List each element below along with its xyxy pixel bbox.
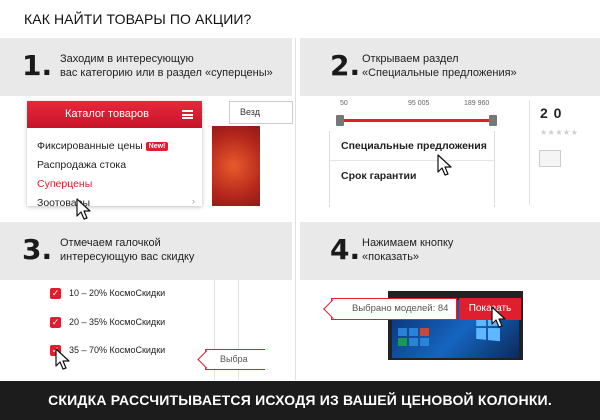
step-4-line-1: Нажимаем кнопку xyxy=(362,237,454,249)
price-slider-track[interactable] xyxy=(340,119,494,122)
catalog-title: Каталог товаров xyxy=(65,108,149,120)
tile xyxy=(398,338,407,346)
step-4-description: Нажимаем кнопку «показать» xyxy=(362,236,600,264)
step-3-number: 3. xyxy=(22,233,53,266)
catalog-item-fixed-prices[interactable]: Фиксированные цены New! xyxy=(37,137,202,156)
divider xyxy=(529,100,530,205)
filter-special-offers[interactable]: Специальные предложения xyxy=(330,131,494,161)
discount-label: 10 – 20% КосмоСкидки xyxy=(69,288,166,299)
catalog-item-stock-sale[interactable]: Распродажа стока xyxy=(37,156,202,175)
filter-list: Специальные предложения Срок гарантии xyxy=(329,131,495,207)
search-input[interactable]: Везд xyxy=(229,101,293,124)
step-3-description: Отмечаем галочкой интересующую вас скидк… xyxy=(60,236,300,264)
discount-label: 35 – 70% КосмоСкидки xyxy=(69,345,166,356)
step-1-header: 1. Заходим в интересующую вас категорию … xyxy=(0,38,292,96)
step-3-line-1: Отмечаем галочкой xyxy=(60,237,161,249)
selected-models-count: Выбрано моделей: 84 xyxy=(331,298,458,320)
promo-banner[interactable] xyxy=(212,126,260,206)
catalog-item-label: Фиксированные цены xyxy=(37,140,143,152)
tile xyxy=(409,338,418,346)
discount-option-20-35[interactable]: ✓ 20 – 35% КосмоСкидки xyxy=(50,316,165,329)
tile xyxy=(420,328,429,336)
footer-note: СКИДКА РАССЧИТЫВАЕТСЯ ИСХОДЯ ИЗ ВАШЕЙ ЦЕ… xyxy=(0,381,600,420)
discount-label: 20 – 35% КосмоСкидки xyxy=(69,317,166,328)
price-min-label: 50 xyxy=(340,100,348,107)
catalog-item-pet-goods[interactable]: Зоотовары xyxy=(37,194,202,213)
tile xyxy=(398,328,407,336)
catalog-item-superprices[interactable]: Суперцены xyxy=(37,175,202,194)
catalog-list: Фиксированные цены New! Распродажа стока … xyxy=(27,128,202,213)
step-4-line-2: «показать» xyxy=(362,251,420,263)
product-price: 2 0 xyxy=(540,105,563,121)
menu-icon[interactable] xyxy=(182,110,193,119)
chevron-right-icon: › xyxy=(192,196,195,206)
price-mid-label: 95 005 xyxy=(408,100,430,107)
tile xyxy=(409,328,418,336)
step-1-number: 1. xyxy=(22,49,53,82)
step-1-line-1: Заходим в интересующую xyxy=(60,53,194,65)
step-2-number: 2. xyxy=(330,49,361,82)
step-2-line-1: Открываем раздел xyxy=(362,53,459,65)
column-divider xyxy=(295,38,296,380)
step-3-line-2: интересующую вас скидку xyxy=(60,251,195,263)
filter-warranty[interactable]: Срок гарантии xyxy=(330,161,494,191)
selected-count-tag[interactable]: Выбра xyxy=(205,349,265,370)
compare-button[interactable] xyxy=(539,150,561,167)
step-2-line-2: «Специальные предложения» xyxy=(362,67,517,79)
checkbox-checked-icon[interactable]: ✓ xyxy=(50,317,61,329)
step-1-line-2: вас категорию или в раздел «суперцены» xyxy=(60,67,273,79)
catalog-menu: Каталог товаров Фиксированные цены New! Р… xyxy=(27,101,202,209)
step-4-header: 4. Нажимаем кнопку «показать» xyxy=(300,222,600,280)
step-3-header: 3. Отмечаем галочкой интересующую вас ск… xyxy=(0,222,292,280)
new-badge: New! xyxy=(145,142,169,151)
step-4-number: 4. xyxy=(330,233,361,266)
price-slider-labels: 50 95 005 189 960 xyxy=(338,100,496,110)
cursor-icon xyxy=(491,306,506,328)
page-title: КАК НАЙТИ ТОВАРЫ ПО АКЦИИ? xyxy=(24,11,252,27)
cursor-icon xyxy=(76,198,91,220)
step-1-description: Заходим в интересующую вас категорию или… xyxy=(60,52,300,80)
step-2-description: Открываем раздел «Специальные предложени… xyxy=(362,52,600,80)
tile xyxy=(420,338,429,346)
catalog-menu-header[interactable]: Каталог товаров xyxy=(27,101,202,128)
cursor-icon xyxy=(437,154,452,176)
checkbox-checked-icon[interactable]: ✓ xyxy=(50,288,61,300)
discount-option-10-20[interactable]: ✓ 10 – 20% КосмоСкидки xyxy=(50,287,165,300)
step-2-header: 2. Открываем раздел «Специальные предлож… xyxy=(300,38,600,96)
cursor-icon xyxy=(55,348,70,370)
rating-stars: ★★★★★ xyxy=(540,128,579,137)
price-slider-min-handle[interactable] xyxy=(336,115,344,126)
price-max-label: 189 960 xyxy=(464,100,490,107)
price-slider-max-handle[interactable] xyxy=(489,115,497,126)
